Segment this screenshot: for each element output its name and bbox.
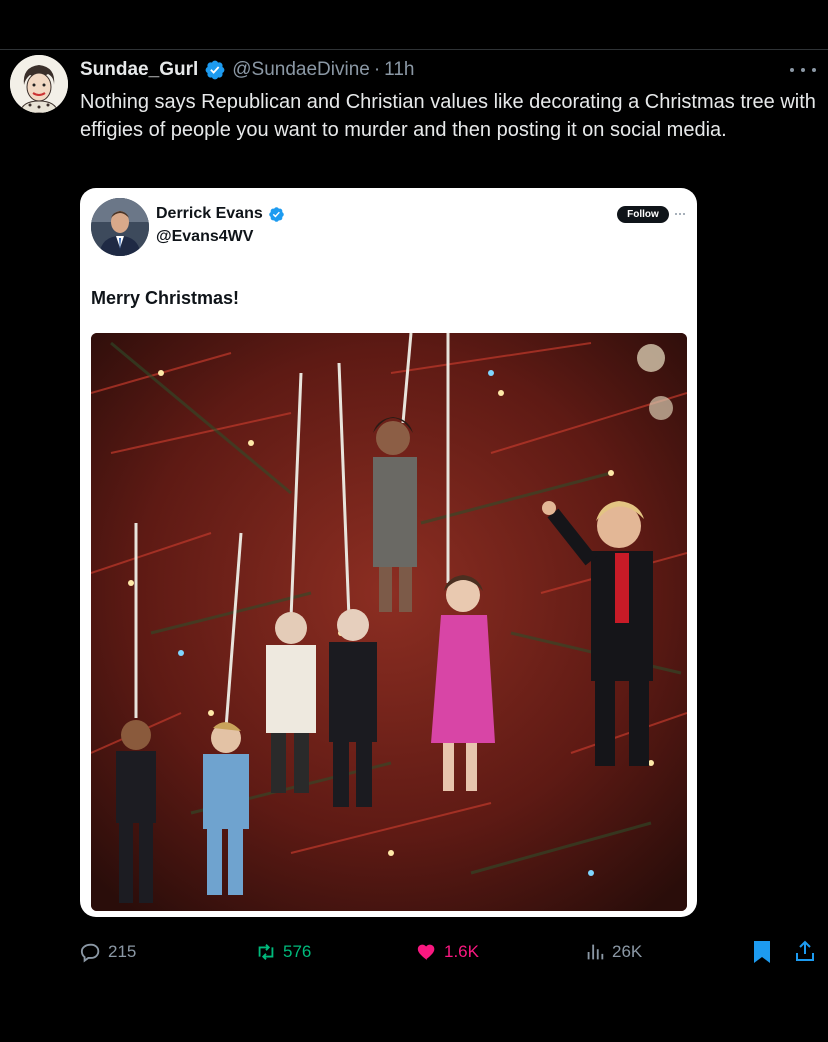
verified-badge-icon: [205, 60, 225, 80]
quoted-tweet-card[interactable]: Derrick Evans @Evans4WV Follow Merry Chr…: [80, 188, 697, 917]
quoted-verified-badge-icon: [268, 206, 284, 222]
reply-button[interactable]: 215: [80, 935, 136, 969]
quoted-tweet-photo: [91, 333, 687, 911]
author-handle[interactable]: @SundaeDivine: [232, 59, 370, 81]
like-count: 1.6K: [444, 942, 479, 961]
tweet-header: Sundae_Gurl @SundaeDivine · 11h: [80, 58, 414, 82]
share-icon[interactable]: [794, 939, 816, 963]
retweet-icon: [258, 944, 274, 960]
views-count: 26K: [612, 942, 643, 961]
author-avatar[interactable]: [10, 55, 68, 113]
reply-icon: [80, 943, 100, 963]
quoted-more-icon: [675, 213, 685, 215]
tweet-text: Nothing says Republican and Christian va…: [80, 91, 816, 141]
views-button[interactable]: 26K: [584, 935, 642, 969]
like-button[interactable]: 1.6K: [416, 935, 479, 969]
quoted-tweet-text: Merry Christmas!: [91, 288, 240, 308]
more-icon[interactable]: [790, 62, 816, 78]
retweet-count: 576: [283, 942, 312, 961]
views-icon: [587, 944, 604, 960]
header-separator: ·: [373, 59, 381, 80]
author-display-name[interactable]: Sundae_Gurl: [80, 59, 198, 81]
top-divider: [0, 49, 828, 50]
heart-icon: [417, 944, 435, 961]
quoted-author-avatar: [91, 198, 149, 256]
tweet-action-bar: 215 576 1.6K 26K: [0, 935, 828, 969]
follow-button: Follow: [617, 206, 669, 223]
tweet-timestamp[interactable]: 11h: [384, 59, 414, 81]
quoted-handle: @Evans4WV: [156, 228, 254, 245]
reply-count: 215: [108, 942, 137, 961]
quoted-display-name: Derrick Evans: [156, 205, 263, 222]
bookmark-icon[interactable]: [752, 940, 772, 964]
retweet-button[interactable]: 576: [255, 935, 311, 969]
